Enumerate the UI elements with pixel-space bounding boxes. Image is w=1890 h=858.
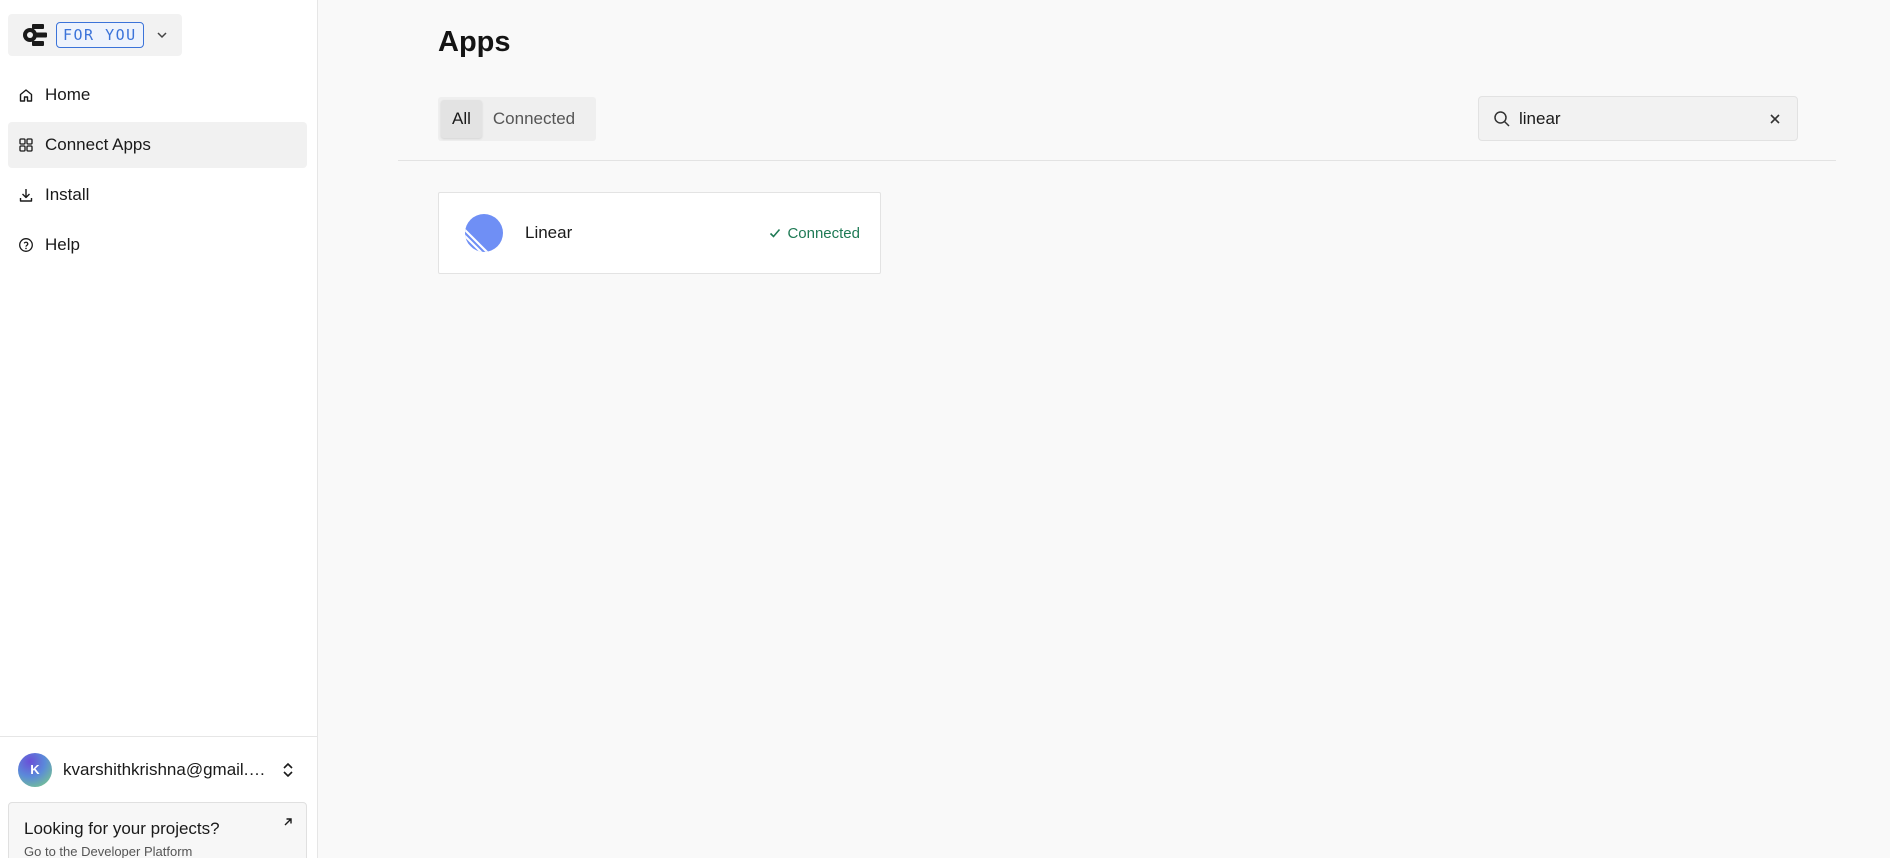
grid-icon <box>18 137 34 153</box>
tab-connected[interactable]: Connected <box>482 100 586 138</box>
app-name: Linear <box>525 223 573 242</box>
tab-all[interactable]: All <box>441 100 482 138</box>
check-icon <box>768 226 782 240</box>
account-switcher[interactable]: K kvarshithkrishna@gmail.com <box>0 736 317 802</box>
workspace-badge: FOR YOU <box>56 22 144 48</box>
sidebar: FOR YOU Home Connect Apps Install Help K… <box>0 0 318 858</box>
sidebar-item-label: Connect Apps <box>45 135 151 154</box>
search-icon <box>1493 110 1511 128</box>
sidebar-item-connect-apps[interactable]: Connect Apps <box>8 122 307 168</box>
status-label: Connected <box>787 224 860 242</box>
promo-subtitle: Go to the Developer Platform <box>24 844 193 858</box>
chevron-up-down-icon <box>280 761 296 779</box>
avatar: K <box>18 752 52 787</box>
sidebar-nav: Home Connect Apps Install Help <box>8 72 307 272</box>
sidebar-item-help[interactable]: Help <box>8 222 307 268</box>
download-icon <box>18 187 34 203</box>
search-box <box>1478 96 1798 141</box>
promo-title: Looking for your projects? <box>24 819 220 838</box>
chevron-down-icon <box>154 27 170 43</box>
account-email: kvarshithkrishna@gmail.com <box>63 759 268 779</box>
app-card-linear[interactable]: Linear Connected <box>438 192 881 274</box>
developer-platform-link[interactable]: Looking for your projects? Go to the Dev… <box>8 802 307 858</box>
search-input[interactable] <box>1519 108 1759 129</box>
external-link-icon <box>282 815 294 827</box>
sidebar-item-label: Install <box>45 185 90 204</box>
close-icon[interactable] <box>1767 111 1783 127</box>
workspace-switcher[interactable]: FOR YOU <box>8 14 182 56</box>
page-title: Apps <box>438 26 511 58</box>
linear-logo-icon <box>465 214 503 252</box>
status-badge: Connected <box>768 193 860 273</box>
home-icon <box>18 87 34 103</box>
sidebar-item-label: Home <box>45 85 91 104</box>
sidebar-item-home[interactable]: Home <box>8 72 307 118</box>
sidebar-item-label: Help <box>45 235 80 254</box>
sidebar-item-install[interactable]: Install <box>8 172 307 218</box>
divider <box>398 160 1836 161</box>
filter-tabs: All Connected <box>438 97 596 141</box>
help-circle-icon <box>18 237 34 253</box>
brand-logo-icon <box>20 20 50 50</box>
